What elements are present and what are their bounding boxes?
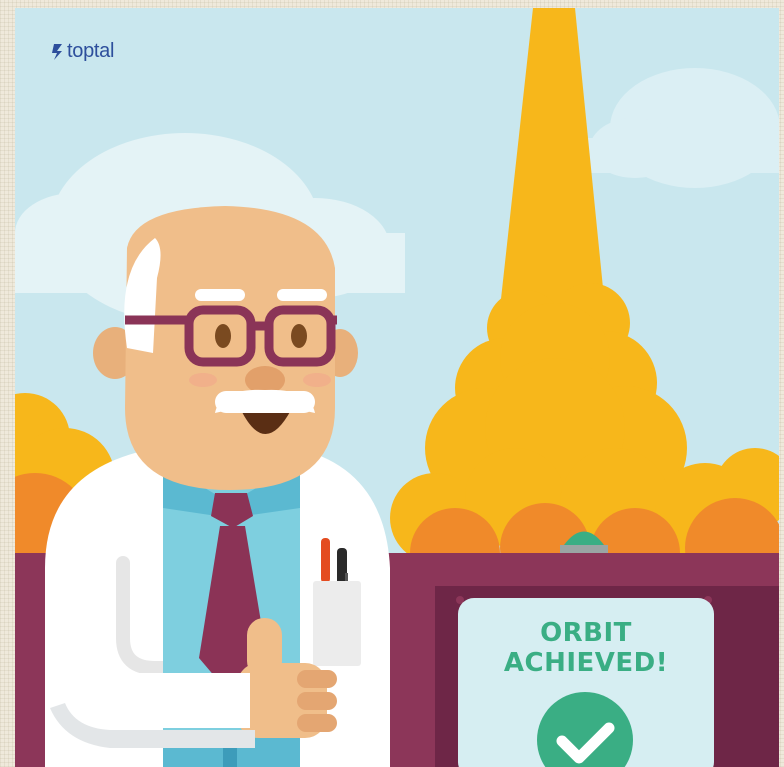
right-eye bbox=[291, 324, 307, 348]
photo-frame: toptal ORBIT ACHIEVED! bbox=[0, 0, 784, 767]
status-line-2: ACHIEVED! bbox=[503, 648, 669, 678]
nose bbox=[245, 366, 285, 394]
left-eye bbox=[215, 324, 231, 348]
brand-name: toptal bbox=[67, 40, 115, 62]
coat-pocket bbox=[313, 581, 361, 666]
toptal-logo[interactable]: toptal bbox=[51, 40, 114, 63]
left-eyebrow bbox=[195, 289, 245, 301]
status-line-1: ORBIT bbox=[540, 618, 632, 648]
right-eyebrow bbox=[277, 289, 327, 301]
status-message: ORBIT ACHIEVED! bbox=[458, 618, 714, 678]
illustration: toptal ORBIT ACHIEVED! bbox=[15, 8, 779, 767]
red-pen bbox=[321, 538, 330, 583]
toptal-logo-icon bbox=[52, 43, 62, 60]
